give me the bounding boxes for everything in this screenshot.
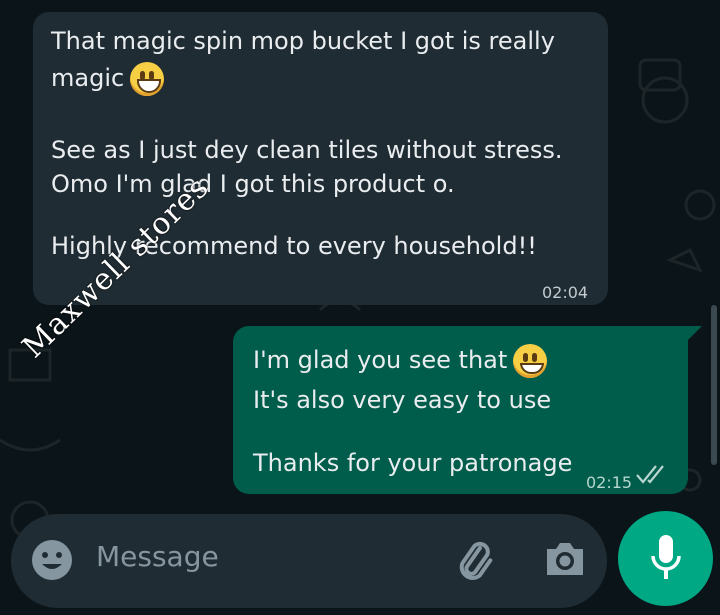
emoji-icon[interactable] <box>31 539 73 581</box>
message-text-line: Omo I'm glad I got this product o. <box>51 170 455 198</box>
message-timestamp: 02:04 <box>542 283 589 302</box>
bubble-tail <box>686 326 702 342</box>
message-input[interactable]: Message <box>96 540 219 573</box>
message-text-line: I'm glad you see that <box>253 343 548 378</box>
double-check-icon <box>636 465 664 484</box>
message-text-line: That magic spin mop bucket I got is real… <box>51 27 555 55</box>
message-text-line: See as I just dey clean tiles without st… <box>51 136 563 164</box>
message-timestamp: 02:15 <box>586 473 633 492</box>
smiling-face-icon <box>513 344 548 378</box>
microphone-icon <box>651 535 681 579</box>
grinning-face-icon <box>130 62 165 96</box>
camera-icon[interactable] <box>543 539 587 579</box>
outgoing-message-bubble[interactable]: I'm glad you see that It's also very eas… <box>233 326 688 494</box>
message-text-line: Thanks for your patronage <box>253 449 573 477</box>
message-text-line: magic <box>51 61 165 96</box>
voice-message-button[interactable] <box>618 511 713 606</box>
attach-icon[interactable] <box>452 537 498 583</box>
message-text-line: It's also very easy to use <box>253 386 552 414</box>
scrollbar[interactable] <box>711 305 717 465</box>
